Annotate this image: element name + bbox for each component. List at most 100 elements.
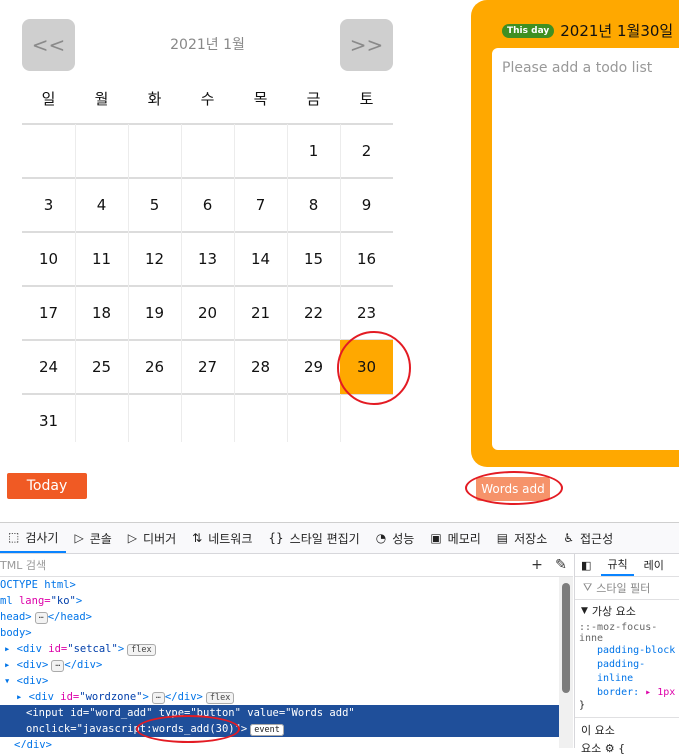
day-cell[interactable]: 24: [22, 340, 75, 394]
day-cell[interactable]: 27: [181, 340, 234, 394]
dom-line[interactable]: ▸ <div id="setcal"> flex: [0, 641, 559, 657]
day-cell[interactable]: 13: [181, 232, 234, 286]
day-cell[interactable]: 15: [287, 232, 340, 286]
event-badge[interactable]: event: [250, 724, 284, 736]
dom-scrollbar-thumb[interactable]: [562, 583, 570, 693]
sidebar-toggle-icon[interactable]: ◧: [581, 559, 591, 572]
html-search-input[interactable]: TML 검색: [0, 557, 525, 573]
tab-label: 콘솔: [89, 531, 112, 546]
tab-label: 디버거: [143, 531, 177, 546]
tab-label: 성능: [392, 531, 415, 546]
day-cell[interactable]: 9: [340, 178, 393, 232]
rules-tabbar: ◧ 규칙 레이: [575, 554, 679, 577]
add-node-icon[interactable]: +: [525, 557, 549, 573]
pseudo-elements-header[interactable]: ▼ 가상 요소: [575, 600, 679, 622]
tab-network[interactable]: ⇅ 네트워크: [184, 523, 260, 553]
tab-label: 저장소: [514, 531, 548, 546]
html-search-bar: TML 검색 + ✎: [0, 554, 573, 577]
day-cell[interactable]: 12: [128, 232, 181, 286]
flex-badge[interactable]: flex: [205, 692, 235, 704]
day-cell[interactable]: 3: [22, 178, 75, 232]
dom-line[interactable]: OCTYPE html>: [0, 577, 559, 593]
day-cell[interactable]: 25: [75, 340, 128, 394]
tab-performance[interactable]: ◔ 성능: [368, 523, 423, 553]
ellipsis-badge[interactable]: ⋯: [151, 692, 165, 704]
day-cell[interactable]: 18: [75, 286, 128, 340]
dom-tree: OCTYPE html> ml lang="ko"> head> ⋯ </head>…: [0, 577, 559, 748]
day-cell[interactable]: 14: [234, 232, 287, 286]
style-filter-input[interactable]: ⛛ 스타일 필터: [575, 577, 679, 600]
next-month-button[interactable]: >>: [340, 19, 393, 71]
tab-label: 스타일 편집기: [289, 531, 360, 546]
tab-label: 메모리: [447, 531, 481, 546]
day-cell[interactable]: 8: [287, 178, 340, 232]
dom-line-selected[interactable]: <input id="word_add" type="button" value…: [0, 705, 559, 721]
dom-line[interactable]: body>: [0, 625, 559, 641]
tab-console[interactable]: ▷ 콘솔: [66, 523, 119, 553]
day-cell[interactable]: 6: [181, 178, 234, 232]
rule-property[interactable]: border: ▸ 1px: [597, 686, 679, 700]
ellipsis-badge[interactable]: ⋯: [34, 612, 48, 624]
today-button[interactable]: Today: [7, 473, 87, 499]
day-cell[interactable]: 5: [128, 178, 181, 232]
tab-style-editor[interactable]: {} 스타일 편집기: [260, 523, 367, 553]
day-cell[interactable]: 20: [181, 286, 234, 340]
dom-line[interactable]: ▸ <div id="wordzone"> ⋯ </div> flex: [0, 689, 559, 705]
dom-line[interactable]: </div>: [0, 737, 559, 748]
day-cell[interactable]: 10: [22, 232, 75, 286]
annotation-circle-words-add: [465, 471, 563, 505]
tab-storage[interactable]: ▤ 저장소: [489, 523, 555, 553]
annotation-circle-day30: [337, 331, 411, 405]
empty-day-cell: [287, 394, 340, 448]
dom-line-selected[interactable]: onclick="javascript:words_add(30)"> event: [0, 721, 559, 737]
eyedropper-icon[interactable]: ✎: [549, 557, 573, 573]
day-cell[interactable]: 29: [287, 340, 340, 394]
this-element-header: 이 요소: [575, 717, 679, 738]
weekday-label: 화: [147, 90, 162, 108]
rule-property[interactable]: padding-block: [597, 644, 679, 658]
day-cell[interactable]: 22: [287, 286, 340, 340]
day-cell[interactable]: 1: [287, 124, 340, 178]
day-cell[interactable]: 21: [234, 286, 287, 340]
tab-rules[interactable]: 규칙: [601, 554, 634, 576]
empty-day-cell: [234, 124, 287, 178]
day-cell[interactable]: 4: [75, 178, 128, 232]
prev-month-button[interactable]: <<: [22, 19, 75, 71]
tab-label: 검사기: [25, 530, 59, 545]
tab-accessibility[interactable]: ♿ 접근성: [555, 523, 621, 553]
day-cell[interactable]: 7: [234, 178, 287, 232]
annotation-circle-onclick: [136, 715, 240, 743]
day-cell[interactable]: 16: [340, 232, 393, 286]
ellipsis-badge[interactable]: ⋯: [51, 660, 65, 672]
dom-line[interactable]: ml lang="ko">: [0, 593, 559, 609]
month-title: 2021년 1월: [170, 37, 245, 53]
tab-debugger[interactable]: ▷ 디버거: [120, 523, 184, 553]
tab-layout[interactable]: 레이: [644, 557, 664, 573]
day-cell[interactable]: 26: [128, 340, 181, 394]
devtools-tabbar: ⬚ 검사기 ▷ 콘솔 ▷ 디버거 ⇅ 네트워크 {} 스타일 편집기 ◔ 성능 ▣ 메모리 ▤ 저장소 ♿ 접근성: [0, 523, 679, 554]
empty-day-cell: [128, 394, 181, 448]
flex-badge[interactable]: flex: [127, 644, 156, 656]
rule-properties: padding-block padding-inline border: ▸ 1px: [575, 644, 679, 700]
day-cell[interactable]: 28: [234, 340, 287, 394]
rule-property[interactable]: padding-inline: [597, 658, 679, 686]
inspector-icon: ⬚: [8, 530, 20, 544]
rule-selector: ::-moz-focus-inne: [579, 622, 658, 644]
dom-line[interactable]: head> ⋯ </head>: [0, 609, 559, 625]
day-cell[interactable]: 17: [22, 286, 75, 340]
todo-input[interactable]: Please add a todo list: [492, 48, 679, 450]
element-rule: 요소 ⚙ {: [581, 742, 626, 755]
tab-inspector[interactable]: ⬚ 검사기: [0, 523, 67, 553]
empty-day-cell: [181, 124, 234, 178]
dom-line[interactable]: ▾ <div>: [0, 673, 559, 689]
dom-line[interactable]: ▸ <div> ⋯ </div>: [0, 657, 559, 673]
console-icon: ▷: [74, 531, 84, 545]
tab-memory[interactable]: ▣ 메모리: [422, 523, 488, 553]
memory-icon: ▣: [430, 531, 442, 545]
day-cell[interactable]: 11: [75, 232, 128, 286]
day-cell[interactable]: 31: [22, 394, 75, 448]
day-cell[interactable]: 2: [340, 124, 393, 178]
empty-day-cell: [234, 394, 287, 448]
day-cell[interactable]: 19: [128, 286, 181, 340]
accessibility-icon: ♿: [563, 531, 575, 545]
